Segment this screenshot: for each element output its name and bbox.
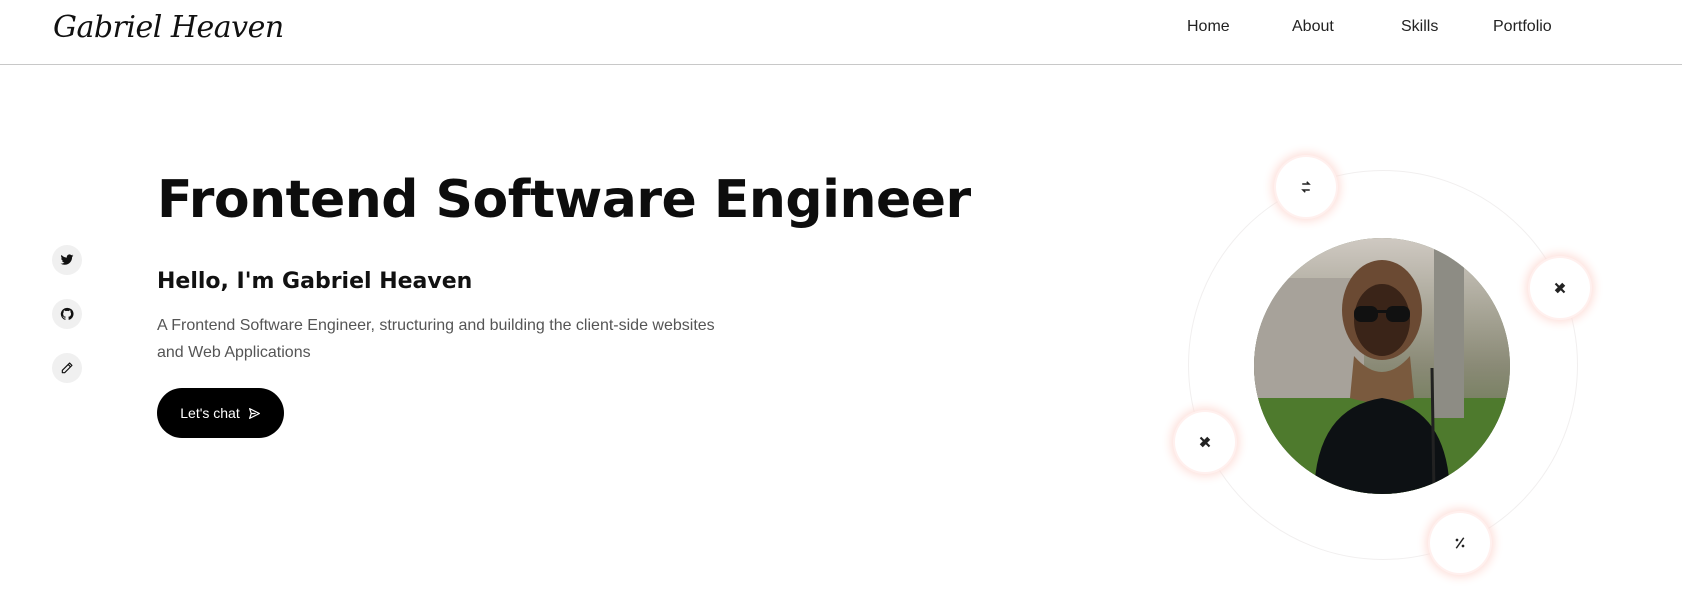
github-link[interactable] [52, 299, 82, 329]
lets-chat-label: Let's chat [180, 405, 240, 421]
tools-icon [1554, 282, 1566, 294]
site-logo[interactable]: Gabriel Heaven [53, 8, 284, 48]
site-header: Gabriel Heaven Home About Skills Portfol… [0, 0, 1682, 65]
orbit-badge-tools-left [1175, 412, 1235, 472]
github-icon [60, 307, 74, 320]
orbit-badge-tools-right [1530, 258, 1590, 318]
swap-icon [1301, 181, 1311, 193]
hero-description: A Frontend Software Engineer, structurin… [157, 317, 715, 361]
twitter-icon [60, 254, 74, 265]
profile-photo-illustration [1254, 238, 1510, 494]
hero-title: Frontend Software Engineer [157, 170, 971, 230]
profile-photo [1254, 238, 1510, 494]
nav-home[interactable]: Home [1187, 18, 1230, 36]
lets-chat-button[interactable]: Let's chat [157, 388, 284, 438]
twitter-link[interactable] [52, 245, 82, 275]
orbit-badge-percent [1430, 513, 1490, 573]
nav-about[interactable]: About [1292, 18, 1334, 36]
percent-icon [1455, 537, 1465, 549]
nav-portfolio[interactable]: Portfolio [1493, 18, 1552, 36]
orbit-badge-swap [1276, 157, 1336, 217]
nav-skills[interactable]: Skills [1401, 18, 1438, 36]
hero-subtitle: Hello, I'm Gabriel Heaven [157, 269, 473, 294]
send-icon [248, 407, 260, 419]
blog-link[interactable] [52, 353, 82, 383]
tools-icon [1199, 436, 1211, 448]
pencil-icon [61, 362, 73, 374]
